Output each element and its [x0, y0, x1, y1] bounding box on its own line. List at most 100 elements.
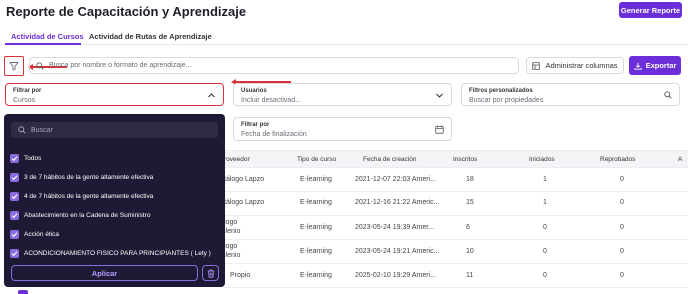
- checkbox-checked[interactable]: [10, 172, 19, 182]
- users-select[interactable]: Usuarios Incluir desactivad...: [233, 83, 452, 106]
- calendar-icon: [435, 125, 444, 134]
- users-label: Usuarios: [241, 88, 267, 94]
- download-icon: [633, 62, 642, 70]
- course-filter-dropdown: Buscar Todos 3 de 7 hábitos de la gente …: [4, 114, 225, 287]
- cell-course-type: E-learning: [300, 248, 332, 255]
- users-value: Incluir desactivad...: [241, 97, 301, 104]
- column-header-created-date[interactable]: Fecha de creación: [363, 156, 416, 163]
- cell-enrolled: 18: [466, 176, 474, 183]
- cell-created-date: 2023-05-24 19:39 Amer...: [355, 224, 434, 231]
- dropdown-option[interactable]: 3 de 7 hábitos de la gente altamente efe…: [10, 171, 153, 183]
- table-row[interactable]: tálogo Lapzo E-learning 2021-12-16 21:22…: [224, 192, 688, 216]
- custom-filters-field[interactable]: Filtros personalizados Buscar por propie…: [461, 83, 680, 106]
- column-header-course-type[interactable]: Tipo de curso: [297, 156, 336, 163]
- cell-created-date: 2021-12-16 21:22 Americ...: [355, 199, 440, 206]
- dropdown-option-all[interactable]: Todos: [10, 152, 41, 164]
- cell-created-date: 2021-12-07 22:03 Ameri...: [355, 176, 436, 183]
- dropdown-option[interactable]: Acción ética: [10, 228, 59, 240]
- checkbox-checked[interactable]: [10, 210, 19, 220]
- cell-enrolled: 11: [466, 272, 474, 279]
- column-header-failed[interactable]: Reprobados: [600, 156, 635, 163]
- dropdown-option[interactable]: ACONDICIONAMIENTO FISICO PARA PRINCIPIAN…: [10, 247, 211, 259]
- search-placeholder: Busca por nombre o formato de aprendizaj…: [49, 62, 192, 69]
- dropdown-option-label: Abastecimiento en la Cadena de Suministr…: [24, 211, 151, 219]
- check-icon: [11, 155, 18, 161]
- dropdown-option-label: 4 de 7 hábitos de la gente altamente efe…: [24, 192, 154, 200]
- custom-filters-placeholder: Buscar por propiedades: [469, 97, 544, 104]
- search-icon: [18, 126, 26, 134]
- cell-provider: tálogo Lapzo: [224, 176, 265, 183]
- chevron-up-icon: [208, 93, 215, 98]
- column-header-enrolled[interactable]: Inscritos: [453, 156, 477, 163]
- dropdown-option-label: Todos: [24, 154, 42, 162]
- cell-provider-line2: ilenio: [224, 252, 241, 259]
- column-header-more[interactable]: A: [678, 156, 682, 163]
- checkbox-checked[interactable]: [10, 229, 19, 239]
- check-icon: [11, 250, 18, 256]
- check-icon: [11, 193, 18, 199]
- cell-failed: 0: [620, 199, 624, 206]
- column-header-started[interactable]: Iniciados: [529, 156, 555, 163]
- export-button[interactable]: Exportar: [629, 56, 681, 75]
- table-row[interactable]: logo ilenio E-learning 2023-05-24 19:21 …: [224, 240, 688, 264]
- dropdown-search-input[interactable]: Buscar: [11, 122, 218, 138]
- dropdown-option[interactable]: 4 de 7 hábitos de la gente altamente efe…: [10, 190, 153, 202]
- cell-course-type: E-learning: [300, 224, 332, 231]
- cell-failed: 0: [620, 224, 624, 231]
- cell-started: 1: [543, 176, 547, 183]
- dropdown-option[interactable]: Abastecimiento en la Cadena de Suministr…: [10, 209, 150, 221]
- table-row[interactable]: tálogo Lapzo E-learning 2021-12-07 22:03…: [224, 168, 688, 192]
- column-header-provider[interactable]: roveedor: [224, 156, 250, 163]
- scrollbar-thumb[interactable]: [18, 290, 28, 294]
- cell-enrolled: 15: [466, 199, 474, 206]
- search-icon: [36, 61, 44, 70]
- cell-created-date: 2025-02-10 19:29 Ameri...: [355, 272, 436, 279]
- dropdown-option-label: Acción ética: [24, 230, 60, 238]
- cell-enrolled: 10: [466, 248, 474, 255]
- dropdown-option-label: ACONDICIONAMIENTO FISICO PARA PRINCIPIAN…: [24, 249, 211, 257]
- cell-course-type: E-learning: [300, 199, 332, 206]
- filter-by-label: Filtrar por: [13, 88, 42, 94]
- check-icon: [11, 231, 18, 237]
- cell-failed: 0: [620, 248, 624, 255]
- checkbox-checked[interactable]: [10, 153, 19, 163]
- cell-provider-line2: ilenio: [224, 228, 241, 235]
- columns-icon: [532, 61, 541, 70]
- cell-course-type: E-learning: [300, 272, 332, 279]
- tab-course-activity[interactable]: Actividad de Cursos: [11, 32, 84, 41]
- export-label: Exportar: [645, 61, 677, 70]
- cell-provider: tálogo Lapzo: [224, 199, 265, 206]
- filter-toggle-button[interactable]: [4, 56, 24, 76]
- table-row[interactable]: logo ilenio E-learning 2023-05-24 19:39 …: [224, 216, 688, 240]
- cell-started: 0: [543, 224, 547, 231]
- filter-by-select[interactable]: Filtrar por Cursos: [5, 83, 224, 106]
- search-input[interactable]: Busca por nombre o formato de aprendizaj…: [29, 57, 519, 74]
- cell-failed: 0: [620, 176, 624, 183]
- tab-learning-path-activity[interactable]: Actividad de Rutas de Aprendizaje: [89, 32, 212, 41]
- checkbox-checked[interactable]: [10, 191, 19, 201]
- manage-columns-button[interactable]: Administrar columnas: [526, 57, 624, 74]
- page-title: Reporte de Capacitación y Aprendizaje: [6, 4, 247, 19]
- cell-course-type: E-learning: [300, 176, 332, 183]
- check-icon: [11, 174, 18, 180]
- funnel-icon: [9, 62, 19, 71]
- active-tab-indicator: [5, 43, 81, 45]
- cell-provider-line1: logo: [224, 243, 238, 250]
- check-icon: [11, 212, 18, 218]
- custom-filters-label: Filtros personalizados: [469, 88, 533, 94]
- clear-selection-button[interactable]: [202, 265, 219, 281]
- apply-button[interactable]: Aplicar: [11, 265, 198, 281]
- date-filter-select[interactable]: Filtrar por Fecha de finalización: [233, 117, 452, 141]
- date-filter-value: Fecha de finalización: [241, 131, 307, 138]
- cell-started: 1: [543, 199, 547, 206]
- cell-started: 0: [543, 248, 547, 255]
- table-row[interactable]: Propio E-learning 2025-02-10 19:29 Ameri…: [224, 264, 688, 288]
- tab-bar: Actividad de Cursos Actividad de Rutas d…: [0, 29, 688, 45]
- cell-provider-line1: logo: [224, 219, 238, 226]
- checkbox-checked[interactable]: [10, 248, 19, 258]
- trash-icon: [207, 269, 214, 278]
- cell-started: 0: [543, 272, 547, 279]
- generate-report-button[interactable]: Generar Reporte: [619, 2, 682, 18]
- chevron-down-icon: [436, 93, 443, 98]
- table-header: roveedor Tipo de curso Fecha de creación…: [224, 150, 688, 168]
